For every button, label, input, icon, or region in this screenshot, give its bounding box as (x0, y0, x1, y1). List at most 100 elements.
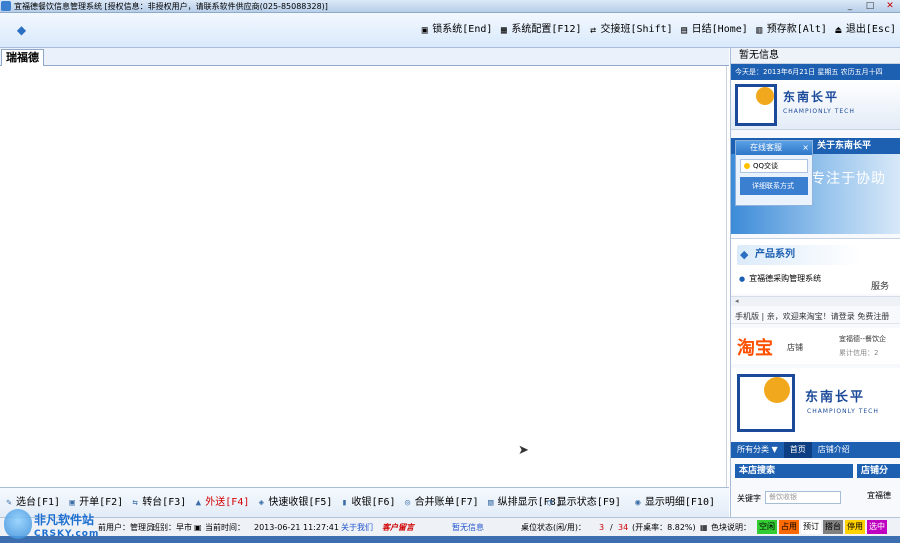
action-button[interactable]: ◈ 快速收银[F5] (256, 496, 333, 510)
legend-item: 停用 (845, 520, 865, 534)
action-label: 合并账单[F7] (414, 497, 479, 508)
taobao-shop-box: 淘宝 店铺 宜福德--餐饮企 累计信用：2 (731, 328, 900, 364)
maximize-button[interactable]: □ (860, 0, 880, 12)
logo-mark-icon (737, 374, 795, 432)
action-button[interactable]: ▣ 开单[F2] (67, 496, 123, 510)
window-title: 宜福德餐饮信息管理系统 [授权信息：非授权用户，请联系软件供应商(025-850… (14, 2, 328, 11)
legend-icon: ▦ (700, 523, 708, 532)
table-total: 34 (618, 523, 629, 532)
logo-text: 东南长平 (783, 90, 840, 104)
action-label: 显示状态[F9] (556, 497, 621, 508)
action-button[interactable]: ◔ 显示状态[F9] (545, 496, 621, 510)
table-used: 3 (599, 523, 605, 532)
app-icon (1, 1, 11, 11)
current-user: 前用户：管理员 (98, 523, 154, 532)
product-title: 产品系列 (737, 245, 861, 265)
product-section: 产品系列 宜福德采购管理系统 服务 (731, 238, 900, 294)
action-label: 显示明细[F10] (644, 497, 715, 508)
toolbar-label: 日结[Home] (691, 24, 748, 35)
action-bar-right: ◔ 显示状态[F9] ◉ 显示明细[F10] (545, 496, 715, 510)
online-service-widget: 在线客服 × QQ交谈 详细联系方式 (735, 140, 813, 206)
toolbar-exit-button[interactable]: ⏏ 退出[Esc] (833, 23, 896, 37)
action-icon: ▣ (69, 498, 75, 508)
shop-name[interactable]: 宜福德--餐饮企 (839, 334, 886, 344)
credit-label: 累计信用：2 (839, 349, 879, 357)
color-legend: 空闲 占用 预订 搭台 停用 选中 (757, 520, 887, 534)
title-bar: 宜福德餐饮信息管理系统 [授权信息：非授权用户，请联系软件供应商(025-850… (0, 0, 900, 13)
slogan: 专注于协助 (811, 171, 886, 187)
taobao-shop-label: 店铺 (787, 343, 803, 352)
window-controls: _ □ ✕ (840, 0, 900, 13)
exit-icon: ⏏ (835, 24, 842, 36)
daily-close-icon: ▤ (681, 24, 688, 36)
about-link[interactable]: 关于东南长平 (817, 138, 871, 154)
product-item[interactable]: 宜福德采购管理系统 (739, 273, 821, 285)
qq-chat-button[interactable]: QQ交谈 (740, 159, 808, 173)
shop-name[interactable]: 宜福德 (867, 490, 891, 501)
minimize-button[interactable]: _ (840, 0, 860, 12)
legend-item: 搭台 (823, 520, 843, 534)
clock-icon: ▣ (194, 523, 202, 532)
action-icon: ▮ (341, 498, 348, 508)
contact-button[interactable]: 详细联系方式 (740, 177, 808, 195)
time-value: 2013-06-21 11:27:41 (254, 523, 339, 532)
taobao-login-row[interactable]: 手机版 | 亲，欢迎来淘宝！请登录 免费注册 (731, 310, 900, 324)
horizontal-scrollbar[interactable]: ◂ (731, 296, 900, 306)
action-icon: ✎ (6, 498, 12, 508)
legend-item: 占用 (779, 520, 799, 534)
close-icon[interactable]: × (802, 141, 809, 155)
action-button[interactable]: ⇆ 转台[F3] (130, 496, 186, 510)
toolbar-label: 退出[Esc] (845, 24, 896, 35)
about-us-link[interactable]: 关于我们 (341, 518, 373, 537)
toolbar-settings-button[interactable]: ▦ 系统配置[F12] (498, 23, 582, 37)
action-icon: ▧ (487, 498, 494, 508)
date-line: 今天是：2013年6月21日 星期五 农历五月十四 (731, 64, 900, 80)
store-category-title: 店铺分 (857, 464, 900, 478)
toolbar-handover-button[interactable]: ⇄ 交接班[Shift] (588, 23, 673, 37)
toolbar-label: 锁系统[End] (432, 24, 493, 35)
taskbar (0, 536, 900, 543)
action-button[interactable]: ▮ 收银[F6] (339, 496, 396, 510)
action-icon: ⇆ (132, 498, 138, 508)
action-icon: ◔ (547, 498, 553, 508)
keyword-label: 关键字 (737, 494, 761, 503)
action-bar: ✎ 选台[F1] ▣ 开单[F2] ⇆ 转台[F3] ▲ 外送[F4] ◈ 快速收银[F5] ▮ 收银… (0, 487, 729, 517)
shop-logo: 东南长平 CHAMPIONLY TECH (731, 368, 900, 440)
table-canvas[interactable] (0, 66, 727, 487)
toolbar-deposit-button[interactable]: ▥ 预存款[Alt] (754, 23, 827, 37)
home-icon[interactable]: ◆ (15, 24, 28, 37)
online-service-title: 在线客服 × (736, 141, 812, 155)
panel-header: 暂无信息 (731, 48, 900, 64)
toolbar-label: 预存款[Alt] (766, 24, 827, 35)
action-button[interactable]: ◎ 合并账单[F7] (403, 496, 479, 510)
feedback-link[interactable]: 客户留言 (382, 518, 414, 537)
action-label: 转台[F3] (142, 497, 187, 508)
nav-all-categories[interactable]: 所有分类 ▼ (731, 442, 784, 458)
toolbar-daily-close-button[interactable]: ▤ 日结[Home] (679, 23, 748, 37)
online-service-label: 在线客服 (750, 143, 782, 152)
store-search-title: 本店搜索 (735, 464, 853, 478)
toolbar-label: 交接班[Shift] (600, 24, 673, 35)
action-button[interactable]: ◉ 显示明细[F10] (633, 496, 715, 510)
main-toolbar: ◆ ▣ 锁系统[End] ▦ 系统配置[F12] ⇄ 交接班[Shift] ▤ 日结[Home… (0, 13, 900, 48)
action-button[interactable]: ✎ 选台[F1] (4, 496, 60, 510)
legend-item: 选中 (867, 520, 887, 534)
service-label: 服务 (871, 282, 890, 292)
action-label: 快速收银[F5] (268, 497, 333, 508)
main-area: 瑞福德 (0, 48, 729, 487)
time-label: 当前时间： (205, 523, 245, 532)
lock-icon: ▣ (421, 24, 428, 36)
nav-shop-intro[interactable]: 店铺介绍 (812, 442, 856, 458)
toolbar-lock-button[interactable]: ▣ 锁系统[End] (419, 23, 493, 37)
keyword-input[interactable]: 餐饮收银 (765, 491, 841, 504)
action-button[interactable]: ▲ 外送[F4] (193, 496, 250, 510)
action-icon: ◉ (635, 498, 641, 508)
status-bar: 前用户：管理员 班别：早市 ▣ 当前时间： 2013-06-21 11:27:4… (0, 517, 900, 536)
logo-sub: CHAMPIONLY TECH (783, 108, 855, 115)
logo-sub: CHAMPIONLY TECH (807, 408, 879, 415)
close-button[interactable]: ✕ (880, 0, 900, 12)
table-sep: / (610, 523, 613, 532)
tab-area[interactable]: 瑞福德 (1, 49, 44, 66)
deposit-icon: ▥ (756, 24, 763, 36)
nav-home[interactable]: 首页 (783, 442, 812, 458)
